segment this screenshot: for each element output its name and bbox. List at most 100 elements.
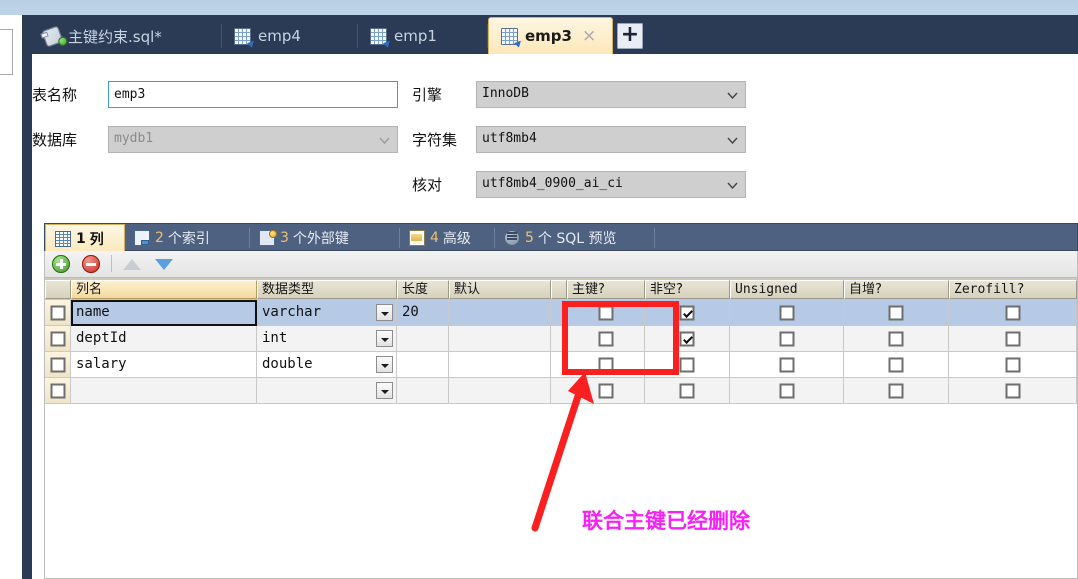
cell-not-null[interactable] [645, 352, 730, 378]
grid-header-col-zerofill[interactable]: Zerofill? [949, 280, 1077, 299]
table-row[interactable]: name varchar 20 [45, 300, 1077, 326]
not-null-checkbox[interactable] [679, 331, 695, 346]
add-tab-button[interactable]: + [617, 23, 643, 49]
not-null-checkbox[interactable] [679, 357, 695, 372]
cell-data-type[interactable]: int [257, 326, 397, 352]
row-selector-cell[interactable] [45, 352, 71, 378]
cell-data-type[interactable]: varchar [257, 300, 397, 326]
cell-auto-increment[interactable] [844, 378, 949, 404]
tab-sql-file[interactable]: 主键约束.sql* [32, 18, 222, 54]
not-null-checkbox[interactable] [679, 383, 695, 398]
zerofill-checkbox[interactable] [1005, 305, 1020, 320]
cell-length[interactable]: 20 [397, 300, 449, 326]
cell-auto-increment[interactable] [844, 300, 949, 326]
row-selector-cell[interactable] [45, 378, 71, 404]
primary-key-checkbox[interactable] [598, 331, 613, 346]
move-up-icon[interactable] [123, 259, 141, 270]
cell-not-null[interactable] [645, 300, 730, 326]
cell-primary-key[interactable] [567, 300, 645, 326]
unsigned-checkbox[interactable] [779, 305, 794, 320]
move-down-icon[interactable] [155, 259, 173, 270]
cell-unsigned[interactable] [730, 326, 844, 352]
subtab-foreign-keys[interactable]: 3 个外部键 [250, 225, 400, 251]
primary-key-checkbox[interactable] [598, 357, 613, 372]
charset-select[interactable]: utf8mb4 [476, 126, 746, 153]
table-name-input[interactable] [108, 81, 398, 108]
cell-column-name[interactable]: salary [71, 352, 257, 378]
add-column-icon[interactable] [52, 255, 70, 273]
grid-header-col-datatype[interactable]: 数据类型 [257, 280, 397, 299]
cell-length[interactable] [397, 352, 449, 378]
unsigned-checkbox[interactable] [779, 331, 794, 346]
cell-default[interactable] [449, 300, 551, 326]
row-checkbox[interactable] [50, 357, 65, 372]
unsigned-checkbox[interactable] [779, 383, 794, 398]
cell-unsigned[interactable] [730, 378, 844, 404]
chevron-down-icon[interactable] [376, 330, 393, 347]
cell-unsigned[interactable] [730, 300, 844, 326]
primary-key-checkbox[interactable] [598, 383, 613, 398]
subtab-columns[interactable]: 1 列 [45, 224, 125, 252]
grid-header-col-length[interactable]: 长度 [397, 280, 449, 299]
row-selector-cell[interactable] [45, 300, 71, 326]
cell-primary-key[interactable] [567, 378, 645, 404]
grid-header-select-all[interactable] [45, 280, 71, 299]
primary-key-checkbox[interactable] [598, 305, 613, 320]
grid-header-col-not-null[interactable]: 非空? [645, 280, 730, 299]
grid-header-col-name[interactable]: 列名 [71, 280, 257, 299]
cell-zerofill[interactable] [949, 352, 1077, 378]
cell-primary-key[interactable] [567, 352, 645, 378]
tab-emp4[interactable]: emp4 [222, 18, 358, 54]
row-checkbox[interactable] [50, 383, 65, 398]
row-checkbox[interactable] [50, 305, 65, 320]
cell-default[interactable] [449, 326, 551, 352]
cell-default[interactable] [449, 352, 551, 378]
remove-column-icon[interactable] [82, 255, 100, 273]
grid-header-col-auto-increment[interactable]: 自增? [844, 280, 949, 299]
auto-increment-checkbox[interactable] [888, 357, 904, 372]
tab-emp1[interactable]: emp1 [358, 18, 488, 54]
auto-increment-checkbox[interactable] [888, 383, 904, 398]
tab-emp3[interactable]: emp3 × [488, 17, 613, 54]
zerofill-checkbox[interactable] [1005, 357, 1020, 372]
cell-column-name[interactable]: name [71, 300, 257, 326]
cell-not-null[interactable] [645, 378, 730, 404]
cell-not-null[interactable] [645, 326, 730, 352]
cell-zerofill[interactable] [949, 378, 1077, 404]
close-icon[interactable]: × [582, 26, 596, 46]
cell-auto-increment[interactable] [844, 352, 949, 378]
cell-zerofill[interactable] [949, 326, 1077, 352]
zerofill-checkbox[interactable] [1005, 331, 1020, 346]
columns-grid[interactable]: 列名 数据类型 长度 默认 主键? 非空? Unsigned 自增? Zerof… [44, 277, 1078, 579]
row-checkbox[interactable] [50, 331, 65, 346]
zerofill-checkbox[interactable] [1005, 383, 1020, 398]
cell-unsigned[interactable] [730, 352, 844, 378]
grid-header-col-primary-key[interactable]: 主键? [567, 280, 645, 299]
auto-increment-checkbox[interactable] [888, 331, 904, 346]
grid-header-col-default[interactable]: 默认 [449, 280, 551, 299]
table-row[interactable]: salary double [45, 352, 1077, 378]
chevron-down-icon[interactable] [376, 304, 393, 321]
cell-column-name[interactable] [71, 378, 257, 404]
subtab-advanced[interactable]: 4 高级 [400, 225, 495, 251]
grid-header-col-unsigned[interactable]: Unsigned [730, 280, 844, 299]
cell-auto-increment[interactable] [844, 326, 949, 352]
chevron-down-icon[interactable] [376, 356, 393, 373]
collation-select[interactable]: utf8mb4_0900_ai_ci [476, 171, 746, 198]
engine-select[interactable]: InnoDB [476, 81, 746, 108]
cell-data-type[interactable]: double [257, 352, 397, 378]
subtab-indexes[interactable]: 2 个索引 [125, 225, 250, 251]
table-row[interactable] [45, 378, 1077, 404]
cell-data-type[interactable] [257, 378, 397, 404]
not-null-checkbox[interactable] [679, 305, 695, 320]
subtab-sql-preview[interactable]: 5 个 SQL 预览 [495, 225, 655, 251]
cell-zerofill[interactable] [949, 300, 1077, 326]
auto-increment-checkbox[interactable] [888, 305, 904, 320]
cell-column-name[interactable]: deptId [71, 326, 257, 352]
row-selector-cell[interactable] [45, 326, 71, 352]
table-row[interactable]: deptId int [45, 326, 1077, 352]
cell-primary-key[interactable] [567, 326, 645, 352]
cell-length[interactable] [397, 378, 449, 404]
cell-default[interactable] [449, 378, 551, 404]
chevron-down-icon[interactable] [376, 382, 393, 399]
